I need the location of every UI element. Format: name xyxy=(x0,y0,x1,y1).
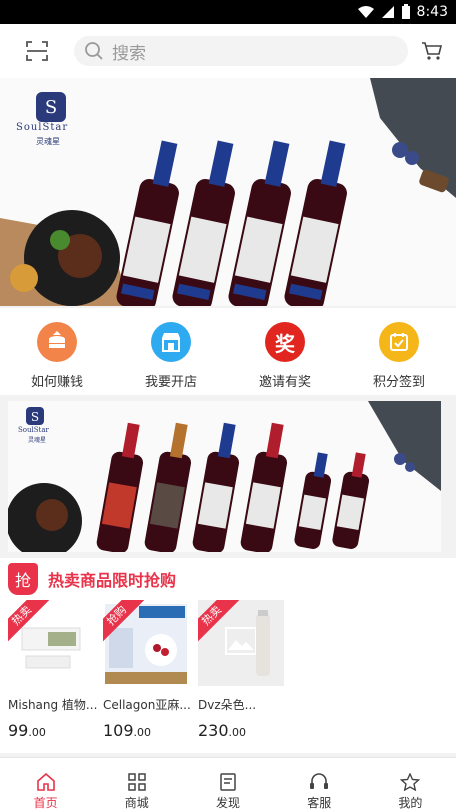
flash-sale-header: 抢 热卖商品限时抢购 xyxy=(0,558,456,600)
cart-button[interactable] xyxy=(408,41,456,61)
top-bar: 搜索 xyxy=(0,24,456,78)
status-bar: 8:43 xyxy=(0,0,456,24)
action-label: 邀请有奖 xyxy=(258,375,311,390)
action-checkin[interactable]: 积分签到 xyxy=(342,308,456,395)
product-image: 抢购 xyxy=(103,600,189,686)
tab-discover[interactable]: 发现 xyxy=(182,758,273,811)
tab-service[interactable]: 客服 xyxy=(274,758,365,811)
svg-text:S: S xyxy=(45,97,57,118)
hero-banner[interactable]: S SoulStar 灵魂星 xyxy=(0,78,456,306)
product-image: 热卖 xyxy=(198,600,284,686)
headset-icon xyxy=(310,773,329,789)
home-icon xyxy=(36,773,55,791)
product-image: 热卖 xyxy=(8,600,94,686)
brand-subtitle: 灵魂星 xyxy=(28,437,47,444)
coin-stack-icon xyxy=(37,322,77,362)
tab-mine[interactable]: 我的 xyxy=(365,758,456,811)
search-placeholder: 搜索 xyxy=(112,43,146,64)
product-price: 99.00 xyxy=(8,721,46,740)
search-input[interactable]: 搜索 xyxy=(74,36,408,66)
product-card[interactable]: 热卖 Mishang 植物... 99.00 xyxy=(8,600,97,740)
tab-label: 我的 xyxy=(398,796,423,810)
svg-text:S: S xyxy=(31,410,39,424)
product-card[interactable]: 抢购 Cellagon亚麻... 109.00 xyxy=(103,600,191,740)
promo-banner[interactable]: S SoulStar 灵魂星 xyxy=(8,401,441,552)
tab-home[interactable]: 首页 xyxy=(0,758,91,811)
shop-icon xyxy=(151,322,191,362)
action-invite-reward[interactable]: 奖 邀请有奖 xyxy=(228,308,342,395)
product-price: 109.00 xyxy=(103,721,152,740)
status-time: 8:43 xyxy=(416,4,448,20)
flash-sale-badge: 抢 xyxy=(8,563,38,595)
action-label: 积分签到 xyxy=(372,375,425,390)
flash-sale-section: 抢 热卖商品限时抢购 热卖 Mishang 植物... 99.00 抢购 Cel… xyxy=(0,552,456,753)
tab-mall[interactable]: 商城 xyxy=(91,758,182,811)
action-label: 如何赚钱 xyxy=(30,375,83,390)
bottom-tab-bar: 首页 商城 发现 客服 我的 xyxy=(0,757,456,811)
search-icon xyxy=(85,42,103,60)
brand-logo: S xyxy=(26,407,44,425)
star-icon xyxy=(400,773,421,791)
tab-label: 发现 xyxy=(216,796,241,810)
brand-name: SoulStar xyxy=(16,122,69,133)
wifi-icon xyxy=(357,6,374,18)
product-price: 230.00 xyxy=(198,721,247,740)
tab-label: 首页 xyxy=(33,796,58,810)
grid-icon xyxy=(128,773,146,791)
quick-actions: 如何赚钱 我要开店 奖 邀请有奖 积分签到 xyxy=(0,306,456,395)
cart-icon xyxy=(422,42,443,60)
product-name: Dvz朵色... xyxy=(198,698,257,712)
reward-icon: 奖 xyxy=(265,322,305,362)
product-list: 热卖 Mishang 植物... 99.00 抢购 Cellagon亚麻... … xyxy=(0,600,456,740)
signal-icon xyxy=(381,6,394,18)
product-card[interactable]: 热卖 Dvz朵色... 230.00 xyxy=(198,600,284,740)
action-earn-money[interactable]: 如何赚钱 xyxy=(0,308,114,395)
brand-name: SoulStar xyxy=(18,426,49,434)
product-name: Cellagon亚麻... xyxy=(103,698,191,712)
action-label: 我要开店 xyxy=(144,375,197,390)
scan-button[interactable] xyxy=(0,24,74,78)
brand-logo: S xyxy=(36,92,66,122)
product-name: Mishang 植物... xyxy=(8,698,98,712)
tab-label: 客服 xyxy=(307,796,332,810)
discover-icon xyxy=(220,773,236,791)
brand-subtitle: 灵魂星 xyxy=(36,137,60,146)
battery-icon xyxy=(401,4,410,19)
action-open-shop[interactable]: 我要开店 xyxy=(114,308,228,395)
flash-sale-title: 热卖商品限时抢购 xyxy=(48,571,177,590)
scan-icon xyxy=(26,41,48,61)
calendar-check-icon xyxy=(379,322,419,362)
tab-label: 商城 xyxy=(124,796,149,810)
